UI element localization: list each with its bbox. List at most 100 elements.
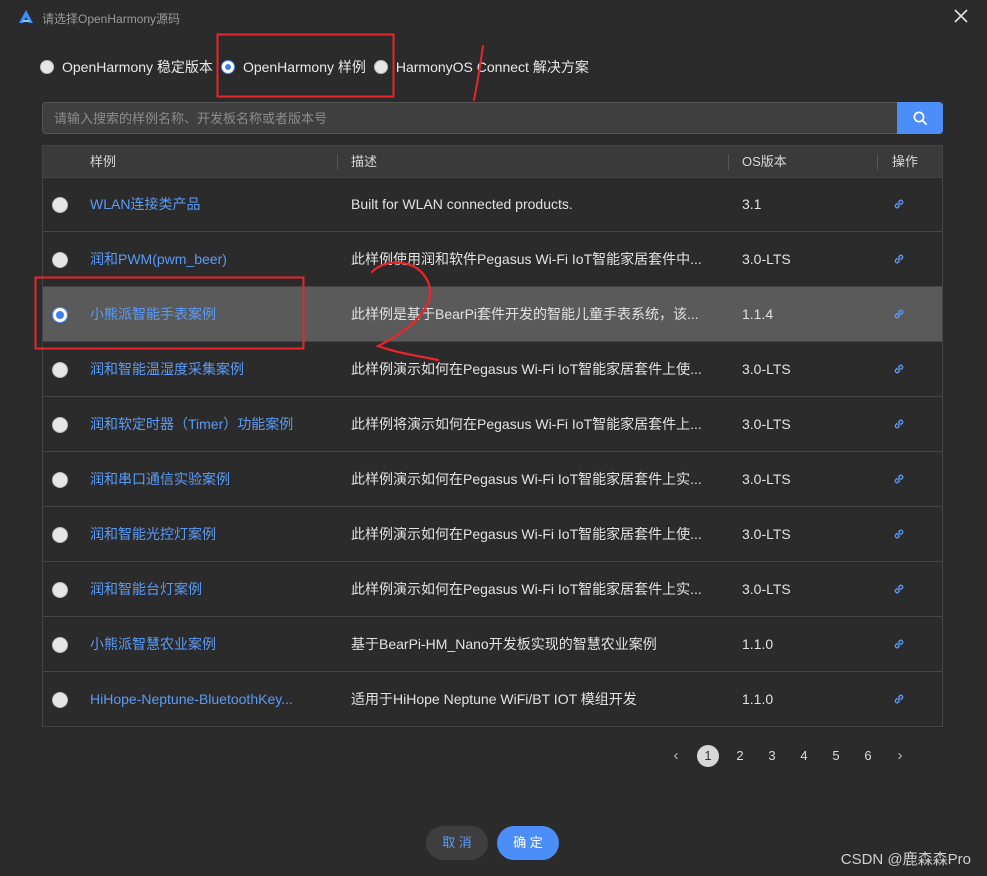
radio-dot[interactable] — [52, 307, 68, 323]
csdn-watermark: CSDN @鹿森森Pro — [840, 851, 971, 868]
link-icon[interactable] — [892, 582, 906, 596]
radio-dot[interactable] — [52, 637, 68, 653]
link-icon[interactable] — [892, 197, 906, 211]
prev-page-button[interactable]: ‹ — [665, 745, 687, 767]
row-radio[interactable] — [52, 507, 68, 562]
radio-dot[interactable] — [40, 60, 54, 74]
row-radio[interactable] — [52, 452, 68, 507]
close-icon — [954, 9, 968, 23]
radio-dot[interactable] — [52, 417, 68, 433]
row-radio[interactable] — [52, 397, 68, 452]
table-row[interactable]: 润和智能温湿度采集案例 此样例演示如何在Pegasus Wi-Fi IoT智能家… — [43, 342, 942, 397]
sample-os-version: 3.0-LTS — [742, 416, 791, 432]
sample-name-link[interactable]: 润和PWM(pwm_beer) — [90, 232, 330, 287]
cancel-button[interactable]: 取 消 — [426, 826, 488, 860]
sample-os-version: 1.1.4 — [742, 306, 774, 322]
link-icon[interactable] — [892, 307, 906, 321]
table-row[interactable]: 润和PWM(pwm_beer) 此样例使用润和软件Pegasus Wi-Fi I… — [43, 232, 942, 287]
page-button-1[interactable]: 1 — [697, 745, 719, 767]
radio-label: OpenHarmony 样例 — [242, 59, 366, 75]
radio-dot[interactable] — [52, 692, 68, 708]
table-row[interactable]: 润和智能台灯案例 此样例演示如何在Pegasus Wi-Fi IoT智能家居套件… — [43, 562, 942, 617]
sample-description: 适用于HiHope Neptune WiFi/BT IOT 模组开发 — [351, 691, 637, 707]
sample-name-link[interactable]: 小熊派智慧农业案例 — [90, 617, 330, 672]
open-link-button[interactable] — [892, 232, 908, 287]
row-radio[interactable] — [52, 617, 68, 672]
row-radio[interactable] — [52, 672, 68, 727]
table-row[interactable]: WLAN连接类产品 Built for WLAN connected produ… — [43, 177, 942, 232]
sample-description: 基于BearPi-HM_Nano开发板实现的智慧农业案例 — [351, 636, 657, 652]
page-button-5[interactable]: 5 — [825, 745, 847, 767]
sample-name-link[interactable]: 润和智能光控灯案例 — [90, 507, 330, 562]
radio-label: OpenHarmony 稳定版本 — [62, 59, 213, 75]
link-icon[interactable] — [892, 472, 906, 486]
dialog-footer: 取 消 确 定 CSDN @鹿森森Pro — [0, 814, 987, 876]
ok-button[interactable]: 确 定 — [497, 826, 559, 860]
sample-os-version: 1.1.0 — [742, 691, 774, 707]
link-icon[interactable] — [892, 637, 906, 651]
sample-description: 此样例演示如何在Pegasus Wi-Fi IoT智能家居套件上实... — [351, 581, 702, 597]
row-radio[interactable] — [52, 177, 68, 232]
link-icon[interactable] — [892, 692, 906, 706]
row-radio[interactable] — [52, 342, 68, 397]
link-icon[interactable] — [892, 417, 906, 431]
search-button[interactable] — [897, 102, 943, 134]
sample-name-link[interactable]: WLAN连接类产品 — [90, 177, 330, 232]
radio-harmonyos-connect[interactable]: HarmonyOS Connect 解决方案 — [373, 57, 589, 77]
sample-description: 此样例将演示如何在Pegasus Wi-Fi IoT智能家居套件上... — [351, 416, 702, 432]
radio-dot[interactable] — [52, 582, 68, 598]
open-link-button[interactable] — [892, 617, 908, 672]
page-button-2[interactable]: 2 — [729, 745, 751, 767]
search-bar — [42, 102, 943, 134]
sample-os-version: 3.0-LTS — [742, 581, 791, 597]
radio-dot[interactable] — [220, 60, 235, 74]
samples-table: 样例 描述 OS版本 操作 WLAN连接类产品 Built for WLAN c… — [42, 145, 943, 727]
sample-name-link[interactable]: 小熊派智能手表案例 — [90, 287, 330, 342]
table-row[interactable]: 润和智能光控灯案例 此样例演示如何在Pegasus Wi-Fi IoT智能家居套… — [43, 507, 942, 562]
table-row-selected[interactable]: 小熊派智能手表案例 此样例是基于BearPi套件开发的智能儿童手表系统，该...… — [43, 287, 942, 342]
sample-name-link[interactable]: HiHope-Neptune-BluetoothKey... — [90, 672, 330, 727]
table-row[interactable]: HiHope-Neptune-BluetoothKey... 适用于HiHope… — [43, 672, 942, 727]
table-row[interactable]: 润和串口通信实验案例 此样例演示如何在Pegasus Wi-Fi IoT智能家居… — [43, 452, 942, 507]
link-icon[interactable] — [892, 527, 906, 541]
sample-os-version: 3.0-LTS — [742, 251, 791, 267]
page-button-6[interactable]: 6 — [857, 745, 879, 767]
sample-description: 此样例使用润和软件Pegasus Wi-Fi IoT智能家居套件中... — [351, 251, 702, 267]
radio-dot[interactable] — [52, 527, 68, 543]
sample-os-version: 3.0-LTS — [742, 471, 791, 487]
page-button-3[interactable]: 3 — [761, 745, 783, 767]
open-link-button[interactable] — [892, 562, 908, 617]
open-link-button[interactable] — [892, 287, 908, 342]
app-logo-icon — [19, 10, 33, 23]
open-link-button[interactable] — [892, 397, 908, 452]
radio-stable-version[interactable]: OpenHarmony 稳定版本 — [40, 57, 213, 77]
title-bar: 请选择OpenHarmony源码 — [0, 0, 987, 34]
row-radio[interactable] — [52, 232, 68, 287]
header-divider — [877, 154, 878, 170]
radio-dot[interactable] — [52, 472, 68, 488]
radio-dot[interactable] — [52, 252, 68, 268]
radio-dot[interactable] — [52, 362, 68, 378]
row-radio[interactable] — [52, 287, 68, 342]
sample-name-link[interactable]: 润和智能台灯案例 — [90, 562, 330, 617]
link-icon[interactable] — [892, 362, 906, 376]
table-row[interactable]: 润和软定时器（Timer）功能案例 此样例将演示如何在Pegasus Wi-Fi… — [43, 397, 942, 452]
close-button[interactable] — [949, 4, 973, 28]
sample-name-link[interactable]: 润和软定时器（Timer）功能案例 — [90, 397, 330, 452]
open-link-button[interactable] — [892, 177, 908, 232]
radio-dot[interactable] — [373, 60, 388, 74]
open-link-button[interactable] — [892, 452, 908, 507]
page-button-4[interactable]: 4 — [793, 745, 815, 767]
sample-name-link[interactable]: 润和串口通信实验案例 — [90, 452, 330, 507]
table-row[interactable]: 小熊派智慧农业案例 基于BearPi-HM_Nano开发板实现的智慧农业案例 1… — [43, 617, 942, 672]
radio-dot[interactable] — [52, 197, 68, 213]
open-link-button[interactable] — [892, 672, 908, 727]
row-radio[interactable] — [52, 562, 68, 617]
radio-samples[interactable]: OpenHarmony 样例 — [220, 57, 366, 77]
link-icon[interactable] — [892, 252, 906, 266]
open-link-button[interactable] — [892, 507, 908, 562]
next-page-button[interactable]: › — [889, 745, 911, 767]
sample-name-link[interactable]: 润和智能温湿度采集案例 — [90, 342, 330, 397]
search-input[interactable] — [43, 103, 898, 133]
open-link-button[interactable] — [892, 342, 908, 397]
